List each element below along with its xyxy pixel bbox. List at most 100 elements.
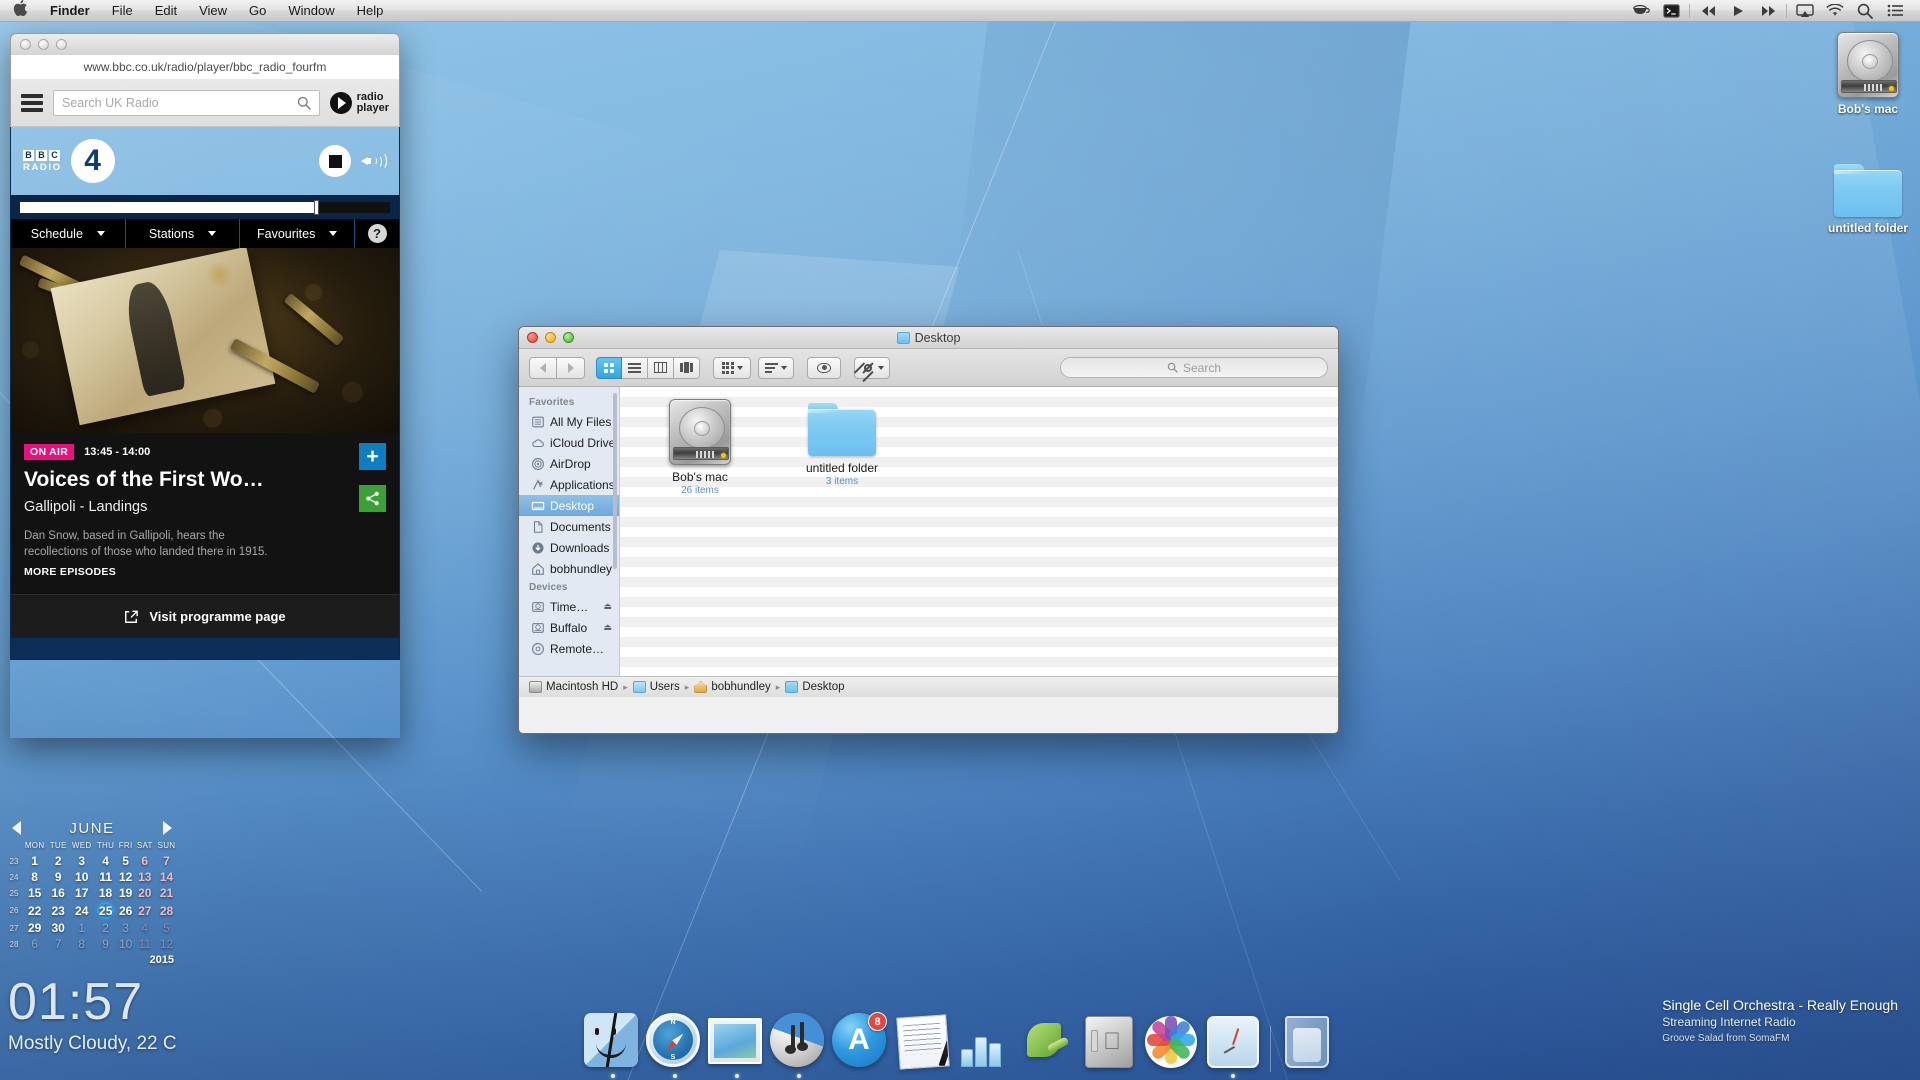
dock-item-trash[interactable] [1276, 1008, 1338, 1078]
list-view-button[interactable] [622, 356, 648, 379]
hamburger-menu-icon[interactable] [21, 93, 43, 112]
calendar-day[interactable]: 13 [135, 869, 155, 885]
calendar-day[interactable]: 18 [94, 885, 116, 901]
share-icon[interactable] [359, 485, 386, 512]
desktop-icon-folder[interactable]: untitled folder [1818, 160, 1918, 235]
calendar-day[interactable]: 5 [155, 920, 178, 936]
dock-item-mail[interactable] [706, 1008, 768, 1078]
spotlight-search-icon[interactable] [1850, 0, 1880, 22]
terminal-icon[interactable] [1656, 0, 1686, 22]
more-episodes-link[interactable]: MORE EPISODES [24, 566, 386, 578]
calendar-day[interactable]: 10 [69, 869, 94, 885]
calendar-day[interactable]: 20 [135, 885, 155, 901]
stop-button-icon[interactable] [319, 145, 351, 177]
finder-search-field[interactable]: Search [1060, 357, 1328, 378]
finder-titlebar[interactable]: Desktop [519, 327, 1338, 349]
sidebar-item-applications[interactable]: Applications [519, 474, 619, 495]
breadcrumb-item[interactable]: Users [632, 681, 680, 693]
breadcrumb-item[interactable]: Desktop [785, 681, 845, 693]
notification-center-icon[interactable] [1880, 0, 1910, 22]
dock-item-garageband[interactable] [1016, 1008, 1078, 1078]
icon-view-button[interactable] [596, 356, 622, 379]
calendar-day[interactable]: 8 [22, 869, 47, 885]
calendar-day[interactable]: 17 [69, 885, 94, 901]
menu-item-finder[interactable]: Finder [39, 0, 101, 22]
progress-handle[interactable] [314, 199, 319, 215]
calendar-day[interactable]: 29 [22, 920, 47, 936]
forward-button[interactable] [557, 356, 585, 379]
search-input[interactable] [62, 95, 297, 110]
sidebar-item-remote[interactable]: Remote… [519, 638, 619, 659]
sidebar-item-time[interactable]: Time… ⏏ [519, 596, 619, 617]
zoom-button[interactable] [563, 332, 574, 343]
plus-icon[interactable]: + [359, 443, 386, 470]
back-button[interactable] [529, 356, 557, 379]
help-button[interactable]: ? [367, 224, 387, 243]
visit-programme-page-button[interactable]: Visit programme page [10, 594, 400, 638]
menu-item-edit[interactable]: Edit [144, 0, 188, 22]
calendar-day[interactable]: 10 [117, 936, 135, 952]
calendar-day[interactable]: 14 [155, 869, 178, 885]
calendar-day[interactable]: 19 [117, 885, 135, 901]
calendar-day[interactable]: 9 [94, 936, 116, 952]
breadcrumb-item[interactable]: Macintosh HD [529, 681, 618, 693]
calendar-day[interactable]: 16 [47, 885, 69, 901]
menu-item-go[interactable]: Go [238, 0, 277, 22]
calendar-day[interactable]: 23 [47, 901, 69, 920]
dock-item-finder[interactable] [582, 1008, 644, 1078]
calendar-day[interactable]: 2 [47, 853, 69, 869]
close-button[interactable] [527, 332, 538, 343]
caffeine-cup-icon[interactable] [1626, 0, 1656, 22]
minimize-button[interactable] [38, 39, 49, 50]
calendar-day[interactable]: 2 [94, 920, 116, 936]
arrange-icon[interactable] [713, 356, 751, 379]
calendar-day[interactable]: 12 [155, 936, 178, 952]
breadcrumb-item[interactable]: bobhundley [694, 681, 771, 693]
calendar-day[interactable]: 6 [22, 936, 47, 952]
dock-item-clock[interactable] [1202, 1008, 1264, 1078]
dock-item-itunes[interactable] [768, 1008, 830, 1078]
coverflow-view-button[interactable] [674, 356, 700, 379]
menu-item-help[interactable]: Help [346, 0, 395, 22]
tab-stations[interactable]: Stations [126, 219, 241, 248]
tab-schedule[interactable]: Schedule [11, 219, 126, 248]
close-button[interactable] [20, 39, 31, 50]
calendar-day[interactable]: 15 [22, 885, 47, 901]
eye-icon[interactable] [807, 356, 841, 379]
menu-item-window[interactable]: Window [277, 0, 345, 22]
play-icon[interactable] [1723, 0, 1753, 22]
calendar-day[interactable]: 22 [22, 901, 47, 920]
airplay-icon[interactable] [1790, 0, 1820, 22]
calendar-day[interactable]: 1 [22, 853, 47, 869]
sidebar-item-documents[interactable]: Documents [519, 516, 619, 537]
menu-item-view[interactable]: View [188, 0, 238, 22]
sidebar-item-all-my-files[interactable]: All My Files [519, 411, 619, 432]
dock-item-photos[interactable] [1140, 1008, 1202, 1078]
sidebar-item-desktop[interactable]: Desktop [519, 495, 619, 516]
chevron-left-icon[interactable] [12, 821, 21, 835]
sidebar-item-icloud-drive[interactable]: iCloud Drive [519, 432, 619, 453]
calendar-day[interactable]: 28 [155, 901, 178, 920]
calendar-day[interactable]: 5 [117, 853, 135, 869]
address-bar[interactable]: www.bbc.co.uk/radio/player/bbc_radio_fou… [10, 55, 400, 79]
sidebar-item-airdrop[interactable]: AirDrop [519, 453, 619, 474]
file-item-folder[interactable]: untitled folder 3 items [784, 399, 900, 488]
calendar-day[interactable]: 26 [117, 901, 135, 920]
eject-icon[interactable]: ⏏ [603, 622, 612, 633]
tab-favourites[interactable]: Favourites [240, 219, 356, 248]
calendar-day[interactable]: 27 [135, 901, 155, 920]
menu-item-file[interactable]: File [101, 0, 144, 22]
calendar-day[interactable]: 11 [94, 869, 116, 885]
dock-item-disk-utility[interactable]:  [1078, 1008, 1140, 1078]
sidebar-item-downloads[interactable]: Downloads [519, 537, 619, 558]
desktop-icon-hard-drive[interactable]: Bob's mac [1818, 32, 1918, 116]
calendar-day[interactable]: 4 [94, 853, 116, 869]
progress-slider[interactable] [20, 199, 390, 215]
radio-player-titlebar[interactable] [10, 33, 400, 55]
calendar-day[interactable]: 25 [94, 901, 116, 920]
calendar-day[interactable]: 24 [69, 901, 94, 920]
file-item-hard-drive[interactable]: Bob's mac 26 items [642, 399, 758, 497]
calendar-day[interactable]: 11 [135, 936, 155, 952]
column-view-button[interactable] [648, 356, 674, 379]
calendar-day[interactable]: 1 [69, 920, 94, 936]
